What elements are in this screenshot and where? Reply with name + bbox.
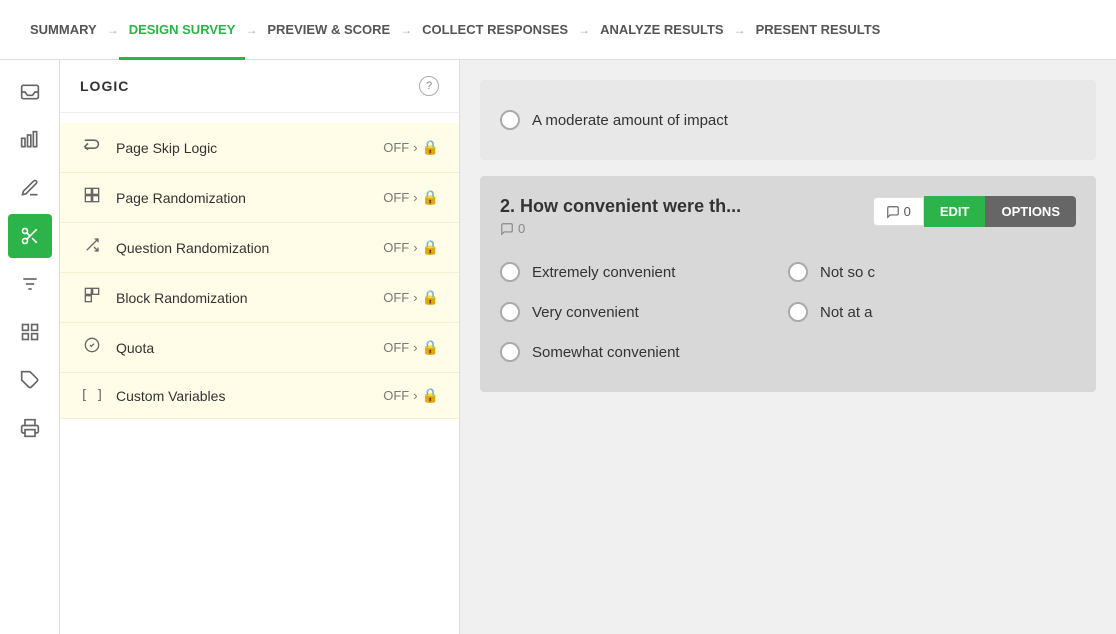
logic-item-quota[interactable]: Quota OFF › 🔒 <box>60 323 459 373</box>
content-area: A moderate amount of impact 2. How conve… <box>460 60 1116 634</box>
filter-icon[interactable] <box>8 262 52 306</box>
q2-title-area: 2. How convenient were th... 0 <box>500 196 873 236</box>
logic-title: LOGIC <box>80 78 129 94</box>
page-skip-label: Page Skip Logic <box>116 140 371 156</box>
custom-vars-icon: [ ] <box>80 388 104 403</box>
page-skip-status: OFF › 🔒 <box>383 139 439 156</box>
help-icon[interactable]: ? <box>419 76 439 96</box>
q2-comments: 0 <box>500 221 873 236</box>
option-moderate-impact: A moderate amount of impact <box>500 100 1076 140</box>
logic-items-list: Page Skip Logic OFF › 🔒 Page Randomizati… <box>60 113 459 429</box>
page-random-status: OFF › 🔒 <box>383 189 439 206</box>
nav-arrow-3: → <box>400 23 412 37</box>
very-convenient-text: Very convenient <box>532 304 639 321</box>
custom-vars-status: OFF › 🔒 <box>383 387 439 404</box>
q2-title: 2. How convenient were th... <box>500 196 873 217</box>
nav-analyze-results[interactable]: ANALYZE RESULTS <box>590 0 734 60</box>
option-not-at: Not at a <box>788 292 1076 332</box>
radio-somewhat[interactable] <box>500 342 520 362</box>
logic-item-page-skip[interactable]: Page Skip Logic OFF › 🔒 <box>60 123 459 173</box>
radio-not-at[interactable] <box>788 302 808 322</box>
quota-status: OFF › 🔒 <box>383 339 439 356</box>
chart-icon[interactable] <box>8 118 52 162</box>
block-random-label: Block Randomization <box>116 290 371 306</box>
nav-summary[interactable]: SUMMARY <box>20 0 107 60</box>
print-icon[interactable] <box>8 406 52 450</box>
custom-vars-label: Custom Variables <box>116 388 371 404</box>
edit-button[interactable]: EDIT <box>924 196 986 227</box>
question-random-label: Question Randomization <box>116 240 371 256</box>
logic-panel: LOGIC ? Page Skip Logic OFF › 🔒 <box>60 60 460 634</box>
q2-actions: 0 EDIT OPTIONS <box>873 196 1076 227</box>
custom-vars-lock: 🔒 <box>422 387 439 404</box>
question-random-icon <box>80 237 104 258</box>
nav-preview-score[interactable]: PREVIEW & SCORE <box>257 0 400 60</box>
options-col-right: Not so c Not at a <box>788 252 1076 372</box>
block-random-status: OFF › 🔒 <box>383 289 439 306</box>
option-not-so: Not so c <box>788 252 1076 292</box>
block-random-lock: 🔒 <box>422 289 439 306</box>
main-layout: LOGIC ? Page Skip Logic OFF › 🔒 <box>0 60 1116 634</box>
nav-arrow-1: → <box>107 23 119 37</box>
nav-arrow-5: → <box>734 23 746 37</box>
extremely-convenient-text: Extremely convenient <box>532 264 675 281</box>
nav-collect-responses[interactable]: COLLECT RESPONSES <box>412 0 578 60</box>
inbox-icon[interactable] <box>8 70 52 114</box>
nav-arrow-4: → <box>578 23 590 37</box>
option-very-convenient: Very convenient <box>500 292 788 332</box>
radio-moderate[interactable] <box>500 110 520 130</box>
q2-header: 2. How convenient were th... 0 <box>500 196 1076 236</box>
options-col-left: Extremely convenient Very convenient Som… <box>500 252 788 372</box>
question-random-status: OFF › 🔒 <box>383 239 439 256</box>
page-skip-lock: 🔒 <box>422 139 439 156</box>
somewhat-convenient-text: Somewhat convenient <box>532 344 680 361</box>
tag-icon[interactable] <box>8 358 52 402</box>
block-random-icon <box>80 287 104 308</box>
radio-extremely[interactable] <box>500 262 520 282</box>
question-card-2: 2. How convenient were th... 0 <box>480 176 1096 392</box>
logic-item-question-random[interactable]: Question Randomization OFF › 🔒 <box>60 223 459 273</box>
page-random-label: Page Randomization <box>116 190 371 206</box>
question-card-1: A moderate amount of impact <box>480 80 1096 160</box>
not-so-text: Not so c <box>820 264 875 281</box>
option-extremely-convenient: Extremely convenient <box>500 252 788 292</box>
option-somewhat-convenient: Somewhat convenient <box>500 332 788 372</box>
logic-header: LOGIC ? <box>60 60 459 113</box>
radio-not-so[interactable] <box>788 262 808 282</box>
not-at-text: Not at a <box>820 304 873 321</box>
page-skip-icon <box>80 137 104 158</box>
icon-bar <box>0 60 60 634</box>
pen-icon[interactable] <box>8 166 52 210</box>
page-random-lock: 🔒 <box>422 189 439 206</box>
logic-item-page-random[interactable]: Page Randomization OFF › 🔒 <box>60 173 459 223</box>
logic-scissors-icon[interactable] <box>8 214 52 258</box>
question-random-lock: 🔒 <box>422 239 439 256</box>
logic-item-custom-vars[interactable]: [ ] Custom Variables OFF › 🔒 <box>60 373 459 419</box>
page-random-icon <box>80 187 104 208</box>
logic-item-block-random[interactable]: Block Randomization OFF › 🔒 <box>60 273 459 323</box>
nav-design-survey[interactable]: DESIGN SURVEY <box>119 0 246 60</box>
nav-present-results[interactable]: PRESENT RESULTS <box>746 0 891 60</box>
quota-lock: 🔒 <box>422 339 439 356</box>
radio-very[interactable] <box>500 302 520 322</box>
nav-arrow-2: → <box>245 23 257 37</box>
options-grid: Extremely convenient Very convenient Som… <box>500 252 1076 372</box>
top-navigation: SUMMARY → DESIGN SURVEY → PREVIEW & SCOR… <box>0 0 1116 60</box>
comment-bubble-button[interactable]: 0 <box>873 197 924 226</box>
quota-icon <box>80 337 104 358</box>
quota-label: Quota <box>116 340 371 356</box>
options-button[interactable]: OPTIONS <box>985 196 1076 227</box>
grid-icon[interactable] <box>8 310 52 354</box>
moderate-impact-text: A moderate amount of impact <box>532 112 728 129</box>
